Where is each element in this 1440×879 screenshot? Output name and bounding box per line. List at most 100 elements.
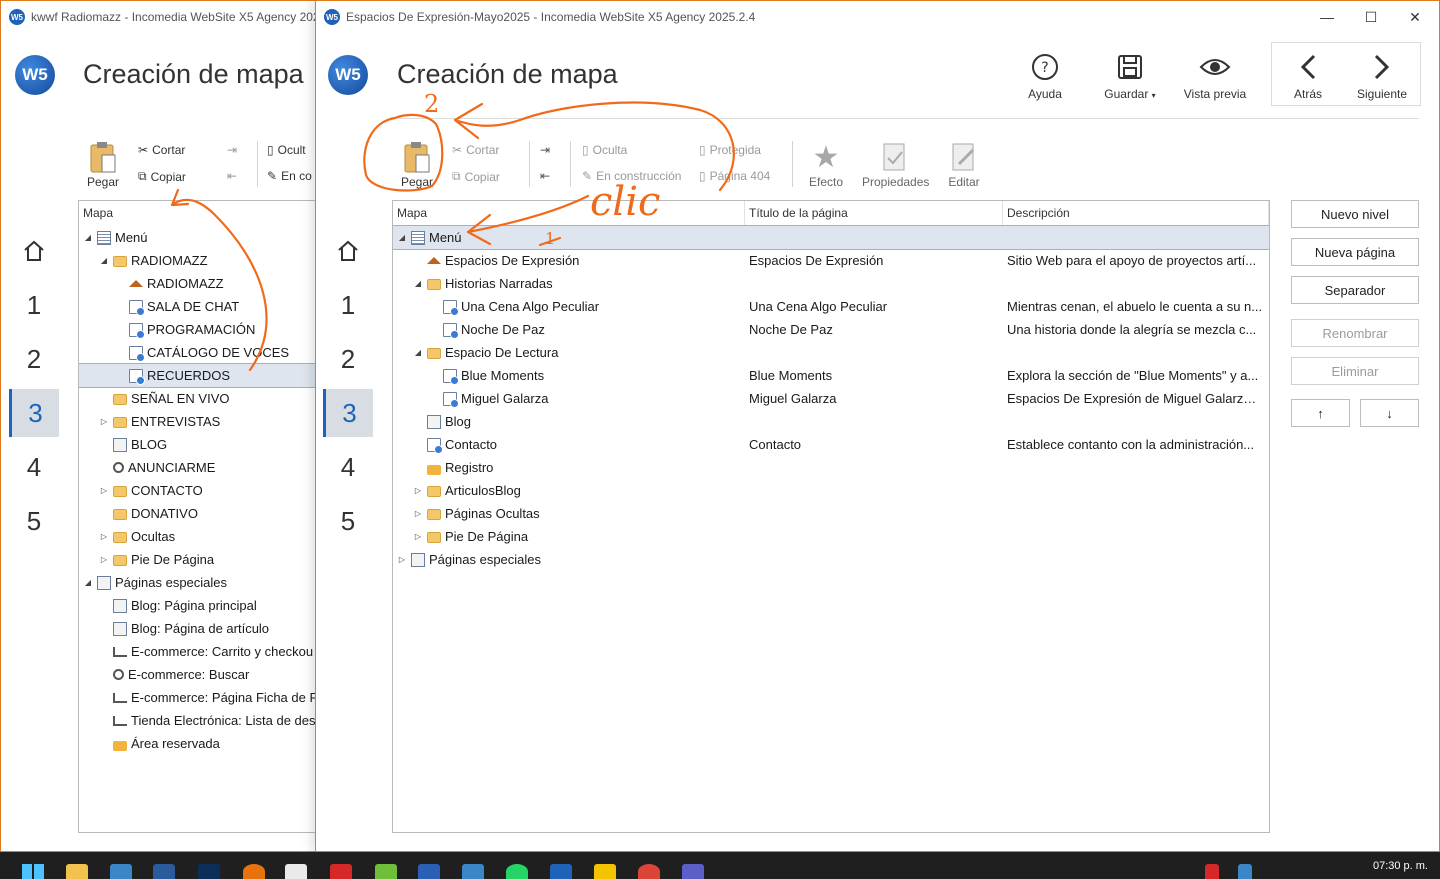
preview-button[interactable]: Vista previa xyxy=(1178,47,1252,101)
new-level-button[interactable]: Nuevo nivel xyxy=(1291,200,1419,228)
tree-row[interactable]: RECUERDOS xyxy=(79,363,337,388)
expander-icon[interactable]: ◢ xyxy=(413,341,423,364)
expander-icon[interactable]: ◢ xyxy=(413,272,423,295)
tree-row[interactable]: ▷ Páginas especiales xyxy=(393,548,1269,571)
tree-row[interactable]: ◢ RADIOMAZZ xyxy=(79,249,337,272)
paste-button[interactable]: Pegar xyxy=(385,139,449,189)
website-x5-icon[interactable] xyxy=(550,864,572,879)
move-up-button[interactable]: ↑ xyxy=(1291,399,1350,427)
step-1[interactable]: 1 xyxy=(9,281,59,329)
tree-row[interactable]: Tienda Electrónica: Lista de des xyxy=(79,709,337,732)
file-explorer-icon[interactable] xyxy=(66,864,88,879)
app-icon[interactable] xyxy=(110,864,132,879)
tree-row[interactable]: SALA DE CHAT xyxy=(79,295,337,318)
tree-row[interactable]: ▷ Pie De Página xyxy=(79,548,337,571)
effect-button[interactable]: ★ Efecto xyxy=(794,139,858,190)
new-page-button[interactable]: Nueva página xyxy=(1291,238,1419,266)
tree-row[interactable]: ◢ Páginas especiales xyxy=(79,571,337,594)
expander-icon[interactable]: ▷ xyxy=(413,502,423,525)
app-icon[interactable] xyxy=(243,864,265,879)
construction-button[interactable]: ✎ En co xyxy=(267,169,312,183)
tree-row[interactable]: Blog xyxy=(393,410,1269,433)
tree-row[interactable]: E-commerce: Carrito y checkou xyxy=(79,640,337,663)
protected-button[interactable]: ▯ Protegida xyxy=(699,143,761,157)
maximize-icon[interactable]: ☐ xyxy=(1348,1,1394,33)
outdent-icon[interactable]: ⇤ xyxy=(227,169,237,183)
move-down-button[interactable]: ↓ xyxy=(1360,399,1419,427)
close-icon[interactable]: ✕ xyxy=(1392,1,1438,33)
tree-row[interactable]: SEÑAL EN VIVO xyxy=(79,387,337,410)
tree-row[interactable]: DONATIVO xyxy=(79,502,337,525)
cut-button[interactable]: ✂ Cortar xyxy=(138,143,185,157)
tree-row[interactable]: Área reservada xyxy=(79,732,337,755)
copy-button[interactable]: ⧉ Copiar xyxy=(138,169,186,184)
expander-icon[interactable]: ◢ xyxy=(99,249,109,272)
hidden-button[interactable]: ▯ Oculta xyxy=(582,143,627,157)
tray-icon[interactable] xyxy=(1205,864,1219,879)
step-4[interactable]: 4 xyxy=(323,443,373,491)
tree-row[interactable]: PROGRAMACIÓN xyxy=(79,318,337,341)
tree-row[interactable]: ▷ Páginas Ocultas xyxy=(393,502,1269,525)
expander-icon[interactable]: ▷ xyxy=(397,548,407,571)
map-tree-panel[interactable]: Mapa Título de la página Descripción ◢ Me… xyxy=(392,200,1270,833)
hidden-button[interactable]: ▯ Ocult xyxy=(267,143,306,157)
system-clock[interactable]: 07:30 p. m. xyxy=(1373,860,1428,872)
step-4[interactable]: 4 xyxy=(9,443,59,491)
expander-icon[interactable]: ▷ xyxy=(413,525,423,548)
tree-row[interactable]: E-commerce: Página Ficha de P xyxy=(79,686,337,709)
tree-row[interactable]: Espacios De Expresión Espacios De Expresi… xyxy=(393,249,1269,272)
word-icon[interactable] xyxy=(418,864,440,879)
rename-button[interactable]: Renombrar xyxy=(1291,319,1419,347)
tree-row[interactable]: ◢ Historias Narradas xyxy=(393,272,1269,295)
step-2[interactable]: 2 xyxy=(9,335,59,383)
app-icon[interactable] xyxy=(375,864,397,879)
start-icon[interactable] xyxy=(22,864,44,879)
indent-icon[interactable]: ⇥ xyxy=(540,143,550,157)
step-1[interactable]: 1 xyxy=(323,281,373,329)
app-icon[interactable] xyxy=(330,864,352,879)
tree-row[interactable]: ◢ Espacio De Lectura xyxy=(393,341,1269,364)
tree-row[interactable]: ◢ Menú xyxy=(393,225,1269,250)
app-icon[interactable] xyxy=(153,864,175,879)
chrome-icon[interactable] xyxy=(638,864,660,879)
step-5[interactable]: 5 xyxy=(323,497,373,545)
cut-button[interactable]: ✂ Cortar xyxy=(452,143,499,157)
tree-row[interactable]: Noche De Paz Noche De Paz Una historia don… xyxy=(393,318,1269,341)
tree-row[interactable]: ▷ CONTACTO xyxy=(79,479,337,502)
tree-row[interactable]: RADIOMAZZ xyxy=(79,272,337,295)
delete-button[interactable]: Eliminar xyxy=(1291,357,1419,385)
tree-row[interactable]: Blue Moments Blue Moments Explora la secci… xyxy=(393,364,1269,387)
minimize-icon[interactable]: — xyxy=(1304,1,1350,33)
expander-icon[interactable]: ▷ xyxy=(413,479,423,502)
back-button[interactable]: Atrás xyxy=(1278,47,1338,101)
outdent-icon[interactable]: ⇤ xyxy=(540,169,550,183)
step-5[interactable]: 5 xyxy=(9,497,59,545)
tray-icon[interactable] xyxy=(1238,864,1252,879)
tree-row[interactable]: BLOG xyxy=(79,433,337,456)
expander-icon[interactable]: ◢ xyxy=(397,226,407,249)
help-button[interactable]: ? Ayuda xyxy=(1014,47,1076,101)
home-icon[interactable] xyxy=(323,227,373,275)
tree-row[interactable]: ▷ ENTREVISTAS xyxy=(79,410,337,433)
tree-row[interactable]: ◢ Menú xyxy=(79,226,337,249)
tree-row[interactable]: Registro xyxy=(393,456,1269,479)
copy-button[interactable]: ⧉ Copiar xyxy=(452,169,500,184)
tree-row[interactable]: ▷ Pie De Página xyxy=(393,525,1269,548)
properties-button[interactable]: Propiedades xyxy=(862,139,929,189)
tree-row[interactable]: Una Cena Algo Peculiar Una Cena Algo Pecu… xyxy=(393,295,1269,318)
next-button[interactable]: Siguiente xyxy=(1349,47,1415,101)
step-2[interactable]: 2 xyxy=(323,335,373,383)
save-button[interactable]: Guardar ▾ xyxy=(1096,47,1164,101)
tree-row[interactable]: ▷ Ocultas xyxy=(79,525,337,548)
expander-icon[interactable]: ◢ xyxy=(83,571,93,594)
step-3[interactable]: 3 xyxy=(323,389,373,437)
map-tree-panel[interactable]: Mapa ◢ Menú ◢ RADIOMAZZ RADIOMAZZ SALA DE CHA… xyxy=(78,200,338,833)
photoshop-icon[interactable] xyxy=(198,864,220,879)
app-icon[interactable] xyxy=(462,864,484,879)
whatsapp-icon[interactable] xyxy=(506,864,528,879)
app-icon[interactable] xyxy=(285,864,307,879)
expander-icon[interactable]: ▷ xyxy=(99,410,109,433)
tree-row[interactable]: Contacto Contacto Establece contanto con l… xyxy=(393,433,1269,456)
tree-row[interactable]: CATÁLOGO DE VOCES xyxy=(79,341,337,364)
expander-icon[interactable]: ▷ xyxy=(99,525,109,548)
